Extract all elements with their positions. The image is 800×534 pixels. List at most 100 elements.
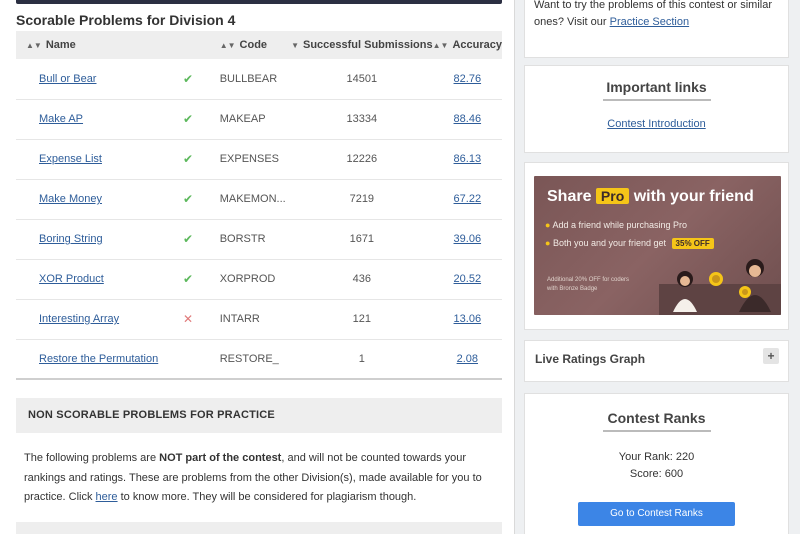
table-row: XOR Product ✔ XORPROD 436 20.52 xyxy=(16,259,502,299)
promo-bullet-2: ● Both you and your friend get 35% OFF xyxy=(545,238,714,249)
accuracy-link[interactable]: 82.76 xyxy=(454,73,482,85)
problem-name-cell: XOR Product xyxy=(16,259,183,299)
problem-name-link[interactable]: XOR Product xyxy=(39,273,104,285)
go-to-contest-ranks-button[interactable]: Go to Contest Ranks xyxy=(578,502,735,526)
problem-code: BULLBEAR xyxy=(219,72,278,85)
column-header-name[interactable]: ▲▼ Name xyxy=(16,31,183,59)
live-ratings-card[interactable]: Live Ratings Graph xyxy=(524,340,789,382)
expand-plus-icon[interactable]: + xyxy=(763,348,779,364)
check-icon: ✔ xyxy=(182,152,194,166)
column-header-submissions[interactable]: ▼ Successful Submissions xyxy=(291,31,433,59)
check-icon: ✔ xyxy=(182,112,194,126)
live-ratings-title: Live Ratings Graph xyxy=(535,352,646,366)
know-more-link[interactable]: here xyxy=(96,491,118,503)
sort-both-icon: ▲▼ xyxy=(432,41,449,50)
column-header-accuracy[interactable]: ▲▼ Accuracy xyxy=(433,31,502,59)
your-rank: Your Rank: 220 xyxy=(618,451,695,463)
contest-introduction-link[interactable]: Contest Introduction xyxy=(607,118,705,130)
scorable-section-title: Scorable Problems for Division 4 xyxy=(16,12,236,28)
accuracy-cell: 20.52 xyxy=(433,259,502,299)
title-underline xyxy=(602,99,711,101)
problem-code: EXPENSES xyxy=(219,153,280,165)
successful-submissions: 1 xyxy=(358,352,365,365)
problem-name-link[interactable]: Make AP xyxy=(39,113,83,125)
promo-card: Share Pro with your friend ● Add a frien… xyxy=(524,162,789,330)
sort-both-icon: ▲▼ xyxy=(219,41,236,50)
accuracy-cell: 2.08 xyxy=(433,339,502,379)
score: Score: 600 xyxy=(629,468,684,480)
problems-table: ▲▼ Name ▲▼ Code ▼ Successful Submissions ▲▼… xyxy=(16,31,502,380)
successful-submissions: 7219 xyxy=(349,193,375,205)
bullet-dot-icon: ● xyxy=(545,238,551,248)
successful-submissions: 1671 xyxy=(349,233,375,245)
contest-ranks-title: Contest Ranks xyxy=(607,410,706,426)
accuracy-link[interactable]: 13.06 xyxy=(454,313,482,325)
accuracy-link[interactable]: 39.06 xyxy=(454,233,482,245)
problem-name-cell: Restore the Permutation xyxy=(16,339,183,379)
promo-banner[interactable]: Share Pro with your friend ● Add a frien… xyxy=(534,176,781,315)
check-icon: ✔ xyxy=(182,232,194,246)
column-header-code[interactable]: ▲▼ Code xyxy=(220,31,291,59)
accuracy-cell: 82.76 xyxy=(433,59,502,99)
problem-code: INTARR xyxy=(219,313,260,325)
top-card-edge xyxy=(16,0,502,4)
check-icon: ✔ xyxy=(182,272,194,286)
successful-submissions: 121 xyxy=(352,313,371,325)
successful-submissions: 14501 xyxy=(346,72,378,85)
problem-name-link[interactable]: Make Money xyxy=(39,193,102,205)
main-content: Scorable Problems for Division 4 ▲▼ Name … xyxy=(0,0,515,534)
practice-text: Want to try the problems of this contest… xyxy=(534,0,773,28)
table-row: Expense List ✔ EXPENSES 12226 86.13 xyxy=(16,139,502,179)
problem-code: XORPROD xyxy=(219,273,276,285)
friends-illustration-icon xyxy=(659,259,781,315)
promo-headline: Share Pro with your friend xyxy=(547,188,754,205)
problem-code: BORSTR xyxy=(219,233,266,245)
problem-name-link[interactable]: Expense List xyxy=(39,153,102,165)
accuracy-cell: 39.06 xyxy=(433,219,502,259)
problem-code: RESTORE_ xyxy=(219,352,279,365)
accuracy-link[interactable]: 88.46 xyxy=(454,113,482,125)
sort-both-icon: ▲▼ xyxy=(26,41,42,50)
status-cell xyxy=(183,339,220,379)
accuracy-cell: 88.46 xyxy=(433,99,502,139)
non-scorable-description: The following problems are NOT part of t… xyxy=(24,452,482,503)
problem-name-cell: Bull or Bear xyxy=(16,59,183,99)
problem-name-link[interactable]: Restore the Permutation xyxy=(39,353,158,365)
status-cell: ✔ xyxy=(183,219,220,259)
problem-name-cell: Boring String xyxy=(16,219,183,259)
promo-bullet-1: ● Add a friend while purchasing Pro xyxy=(545,220,688,230)
table-row: Interesting Array ✕ INTARR 121 13.06 xyxy=(16,299,502,339)
problem-name-cell: Make Money xyxy=(16,179,183,219)
discount-badge: 35% OFF xyxy=(671,238,714,249)
problem-name-cell: Make AP xyxy=(16,99,183,139)
successful-submissions: 436 xyxy=(352,273,371,285)
accuracy-link[interactable]: 2.08 xyxy=(457,353,478,365)
successful-submissions: 12226 xyxy=(346,153,378,165)
accuracy-cell: 86.13 xyxy=(433,139,502,179)
check-icon: ✔ xyxy=(182,71,194,86)
problem-name-cell: Expense List xyxy=(16,139,183,179)
sort-desc-icon: ▼ xyxy=(291,41,299,50)
accuracy-cell: 13.06 xyxy=(433,299,502,339)
problem-name-link[interactable]: Bull or Bear xyxy=(39,73,96,85)
accuracy-link[interactable]: 86.13 xyxy=(454,153,482,165)
accuracy-link[interactable]: 20.52 xyxy=(454,273,482,285)
important-links-title: Important links xyxy=(606,79,707,95)
bullet-dot-icon: ● xyxy=(545,220,551,230)
problem-name-link[interactable]: Interesting Array xyxy=(39,313,119,325)
important-links-card: Important links Contest Introduction xyxy=(524,65,789,153)
status-cell: ✔ xyxy=(183,59,220,99)
accuracy-cell: 67.22 xyxy=(433,179,502,219)
status-cell: ✔ xyxy=(183,99,220,139)
table-row: Restore the Permutation RESTORE_ 1 2.08 xyxy=(16,339,502,379)
cross-icon: ✕ xyxy=(182,312,194,326)
practice-section-link[interactable]: Practice Section xyxy=(610,16,689,28)
table-row: Make AP ✔ MAKEAP 13334 88.46 xyxy=(16,99,502,139)
next-section-edge xyxy=(16,522,502,534)
column-header-status xyxy=(183,31,220,59)
problem-name-link[interactable]: Boring String xyxy=(39,233,103,245)
table-header-row: ▲▼ Name ▲▼ Code ▼ Successful Submissions ▲▼… xyxy=(16,31,502,59)
accuracy-link[interactable]: 67.22 xyxy=(454,193,482,205)
status-cell: ✔ xyxy=(183,139,220,179)
pro-badge: Pro xyxy=(595,188,630,204)
